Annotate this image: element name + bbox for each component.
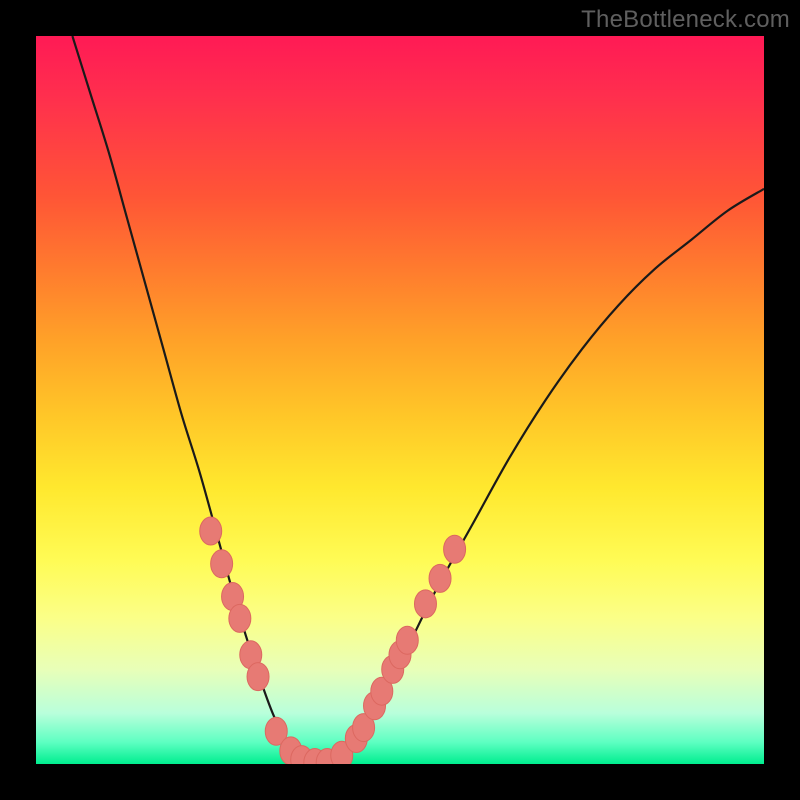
data-marker	[444, 535, 466, 563]
bottleneck-curve	[72, 36, 764, 764]
chart-svg	[36, 36, 764, 764]
plot-area	[36, 36, 764, 764]
marker-group	[200, 517, 466, 764]
data-marker	[396, 626, 418, 654]
data-marker	[211, 550, 233, 578]
data-marker	[229, 604, 251, 632]
data-marker	[414, 590, 436, 618]
data-marker	[429, 564, 451, 592]
data-marker	[247, 663, 269, 691]
data-marker	[200, 517, 222, 545]
chart-frame: TheBottleneck.com	[0, 0, 800, 800]
watermark-text: TheBottleneck.com	[581, 6, 790, 34]
